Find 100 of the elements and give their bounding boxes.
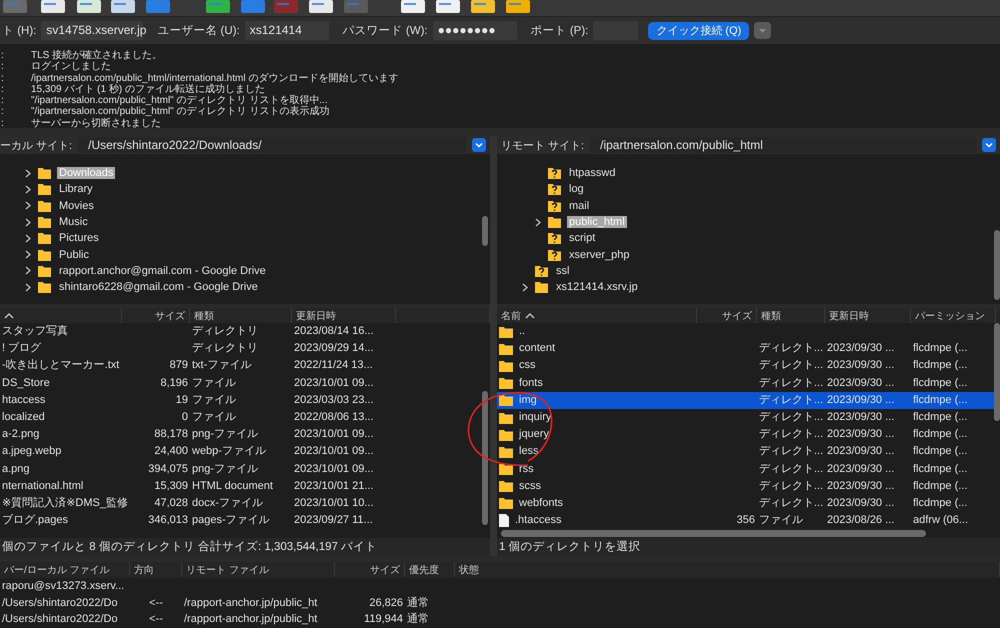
- host-field[interactable]: sv14758.xserver.jp: [41, 21, 144, 40]
- column-header[interactable]: 優先度: [405, 562, 455, 577]
- folder-icon: [38, 167, 51, 180]
- file-date: 2023/09/30 ...: [827, 359, 894, 372]
- chevron-icon[interactable]: [24, 234, 32, 243]
- chevron-icon[interactable]: [521, 282, 529, 292]
- file-name[interactable]: localized: [2, 410, 45, 423]
- file-name[interactable]: nternational.html: [2, 480, 84, 492]
- file-name[interactable]: DS_Store: [2, 376, 50, 389]
- tree-item[interactable]: ssl: [554, 264, 572, 277]
- file-name[interactable]: .htaccess: [515, 512, 562, 530]
- password-label: パスワード (W):: [342, 24, 428, 38]
- chevron-icon[interactable]: [24, 282, 32, 292]
- file-name[interactable]: -吹き出しとマーカー.txt: [2, 359, 120, 372]
- column-header[interactable]: リモート ファイル: [182, 562, 335, 577]
- file-name[interactable]: スタッフ写真: [2, 325, 68, 337]
- file-size: 356: [736, 514, 755, 526]
- chevron-icon[interactable]: [24, 266, 32, 276]
- file-name[interactable]: content: [519, 340, 556, 358]
- chevron-icon[interactable]: [24, 184, 32, 194]
- column-header[interactable]: 状態: [455, 562, 1000, 577]
- path-field[interactable]: /ipartnersalon.com/public_html: [590, 137, 976, 153]
- file-permissions: flcdmpe (...: [913, 428, 968, 440]
- chevron-icon[interactable]: [24, 168, 32, 178]
- file-name[interactable]: img: [519, 392, 537, 409]
- file-permissions: flcdmpe (...: [913, 480, 968, 492]
- tree-item[interactable]: htpasswd: [567, 167, 618, 180]
- username-field[interactable]: xs121414: [244, 21, 329, 40]
- dropdown-button[interactable]: [982, 138, 996, 152]
- tree-item[interactable]: Pictures: [57, 232, 101, 244]
- file-name[interactable]: scss: [519, 478, 541, 495]
- queue-remote-file: /rapport-anchor.jp/public_ht: [184, 613, 318, 625]
- column-header[interactable]: 名前: [497, 308, 697, 323]
- path-field[interactable]: /Users/shintaro2022/Downloads/: [78, 137, 466, 153]
- tree-item[interactable]: rapport.anchor@gmail.com - Google Drive: [57, 264, 268, 277]
- file-name[interactable]: a-2.png: [2, 428, 40, 440]
- column-header[interactable]: バー/ローカル ファイル: [0, 562, 130, 577]
- file-type: ディレクト...: [759, 376, 824, 389]
- file-name[interactable]: ※質問記入済※DMS_監修: [2, 496, 128, 509]
- column-header[interactable]: 方向: [130, 562, 182, 577]
- column-header[interactable]: サイズ: [335, 562, 405, 577]
- column-header[interactable]: サイズ: [122, 308, 190, 323]
- tree-item[interactable]: mail: [567, 200, 592, 212]
- scrollbar[interactable]: [482, 216, 488, 246]
- column-header[interactable]: サイズ: [697, 308, 757, 323]
- file-date: 2022/11/24 13...: [293, 358, 374, 374]
- file-name[interactable]: ..: [519, 323, 526, 340]
- file-permissions: flcdmpe (...: [913, 376, 968, 389]
- file-name[interactable]: inquiry: [519, 408, 552, 426]
- file-type: pages-ファイル: [191, 513, 271, 528]
- chevron-icon[interactable]: [24, 250, 32, 260]
- tree-item[interactable]: Music: [57, 216, 90, 228]
- chevron-icon[interactable]: [24, 201, 32, 210]
- folder-icon: [499, 377, 513, 390]
- tree-item[interactable]: script: [567, 232, 598, 244]
- scrollbar[interactable]: [482, 391, 488, 525]
- file-name[interactable]: a.jpeg.webp: [2, 445, 62, 458]
- tree-item[interactable]: xs121414.xsrv.jp: [554, 281, 640, 294]
- file-name[interactable]: ! ブログ: [2, 342, 42, 354]
- column-header[interactable]: 更新日時: [292, 308, 396, 323]
- scrollbar[interactable]: [501, 530, 926, 537]
- scrollbar[interactable]: [994, 230, 1000, 300]
- chevron-icon[interactable]: [534, 218, 542, 227]
- folder-icon: [535, 281, 548, 294]
- column-header[interactable]: 種類: [757, 308, 825, 323]
- file-permissions: flcdmpe (...: [913, 342, 968, 354]
- file-type: ディレクト...: [759, 462, 824, 474]
- dropdown-button[interactable]: [472, 138, 486, 152]
- column-header[interactable]: 種類: [190, 308, 292, 323]
- file-name[interactable]: css: [519, 357, 536, 375]
- file-name[interactable]: webfonts: [519, 494, 564, 512]
- folder-icon: [499, 446, 513, 458]
- file-name[interactable]: fonts: [519, 374, 543, 392]
- file-date: 2023/10/01 21...: [293, 478, 375, 494]
- log-message: TLS 接続が確立されました。: [31, 50, 162, 61]
- tree-item[interactable]: Library: [57, 183, 95, 196]
- password-field[interactable]: ●●●●●●●●: [432, 21, 517, 40]
- file-name[interactable]: jquery: [519, 426, 549, 444]
- chevron-icon[interactable]: [24, 218, 32, 227]
- tree-item[interactable]: log: [567, 183, 586, 196]
- column-header[interactable]: 更新日時: [825, 308, 911, 323]
- quickconnect-button[interactable]: クイック接続 (Q): [648, 22, 750, 40]
- log-time: :: [0, 61, 5, 73]
- log-message: ログインしました: [31, 61, 111, 73]
- file-name[interactable]: a.png: [2, 462, 30, 474]
- file-name[interactable]: htaccess: [2, 394, 46, 406]
- column-header[interactable]: パーミッション: [911, 308, 996, 323]
- file-name[interactable]: ブログ.pages: [2, 514, 68, 526]
- folder-icon: [499, 342, 513, 355]
- scrollbar[interactable]: [994, 323, 1000, 421]
- tree-item[interactable]: xserver_php: [567, 248, 632, 261]
- tree-item[interactable]: Movies: [57, 200, 96, 212]
- port-label: ポート (P):: [530, 24, 588, 38]
- tree-item[interactable]: shintaro6228@gmail.com - Google Drive: [57, 281, 260, 294]
- status-text: 1 個のディレクトリを選択: [499, 541, 641, 553]
- file-name[interactable]: rss: [519, 460, 534, 478]
- file-date: 2022/08/06 13...: [293, 410, 375, 425]
- queue-priority: 通常: [407, 613, 429, 625]
- tree-item[interactable]: Public: [57, 248, 91, 261]
- file-name[interactable]: less: [519, 443, 539, 460]
